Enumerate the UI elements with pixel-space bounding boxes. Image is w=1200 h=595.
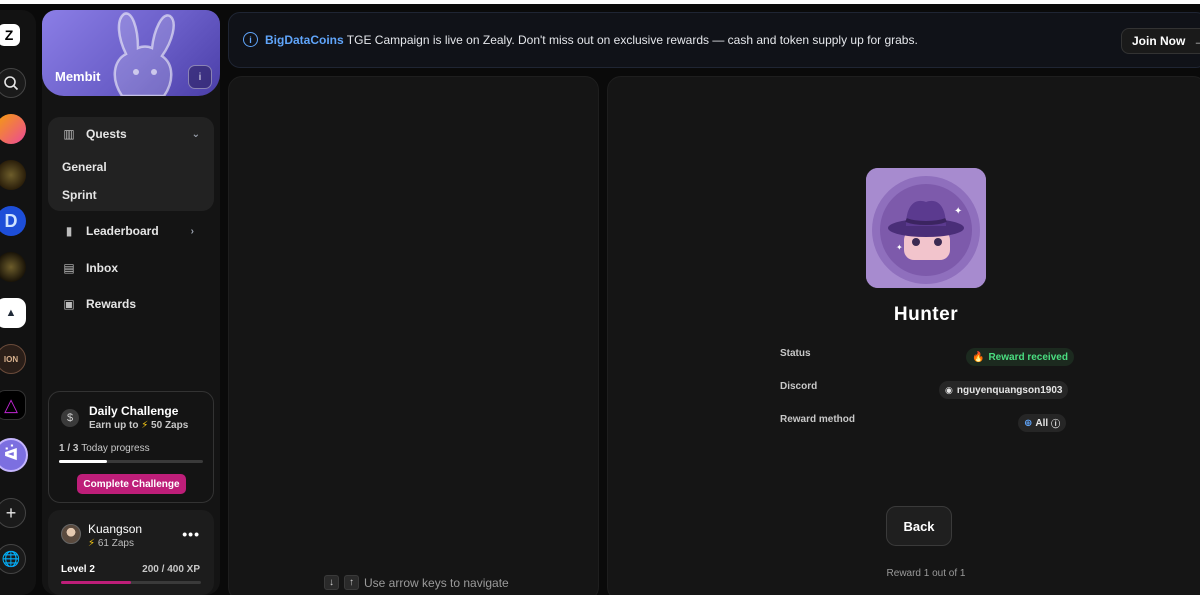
daily-progress-count: 1 / 3 bbox=[59, 443, 79, 454]
community-info-icon[interactable]: i bbox=[188, 65, 212, 89]
zealy-logo-icon[interactable]: Z bbox=[0, 24, 20, 46]
announcement-brand-link[interactable]: BigDataCoins bbox=[265, 33, 344, 47]
discord-badge: ◉ nguyenquangson1903 bbox=[939, 381, 1069, 399]
inbox-icon: ▤ bbox=[63, 260, 75, 275]
add-community-icon[interactable]: + bbox=[0, 498, 26, 528]
chevron-right-icon: › bbox=[190, 225, 194, 237]
hunter-badge-art: ✦ ✦ bbox=[866, 168, 986, 288]
community-avatar-3-icon[interactable]: D bbox=[0, 206, 26, 236]
globe-icon: ⊕ bbox=[1024, 417, 1033, 429]
status-label: Status bbox=[780, 348, 811, 359]
membit-community-icon[interactable]: ᐛ bbox=[0, 438, 28, 472]
community-avatar-5-icon[interactable]: ▲ bbox=[0, 298, 26, 328]
nav-inbox[interactable]: ▤ Inbox bbox=[62, 261, 118, 275]
announcement-text: BigDataCoins TGE Campaign is live on Zea… bbox=[265, 33, 918, 47]
daily-challenge-card: $ Daily Challenge Earn up to ⚡ 50 Zaps 1… bbox=[48, 391, 214, 503]
nav-quests[interactable]: ▥ Quests ⌄ bbox=[62, 127, 214, 141]
community-avatar-2-icon[interactable] bbox=[0, 160, 26, 190]
keyboard-hint-text: Use arrow keys to navigate bbox=[364, 575, 509, 590]
reward-method-badge[interactable]: ⊕ All ⓘ bbox=[1018, 414, 1067, 432]
nav-rewards[interactable]: ▣ Rewards bbox=[62, 297, 136, 311]
user-xp: 200 / 400 XP bbox=[142, 564, 200, 575]
gift-box-icon: ▣ bbox=[63, 296, 75, 311]
xp-progress-bar bbox=[61, 581, 201, 584]
status-badge: 🔥 Reward received bbox=[966, 348, 1074, 366]
nav-quests-sprint[interactable]: Sprint bbox=[62, 188, 97, 202]
svg-text:✦: ✦ bbox=[896, 243, 903, 252]
reward-method-label: Reward method bbox=[780, 414, 856, 425]
nav-leaderboard[interactable]: ▮ Leaderboard › bbox=[62, 224, 214, 238]
avatar bbox=[61, 524, 81, 544]
flame-icon: 🔥 bbox=[972, 351, 985, 363]
reward-counter: Reward 1 out of 1 bbox=[886, 568, 966, 579]
arrow-down-key-icon: ↓ bbox=[324, 575, 339, 590]
reward-list-panel: ↓ ↑ Use arrow keys to navigate bbox=[228, 76, 599, 595]
globe-icon[interactable]: 🌐 bbox=[0, 544, 26, 574]
user-level: Level 2 bbox=[61, 564, 95, 575]
nav-rewards-label: Rewards bbox=[86, 297, 137, 311]
complete-challenge-button[interactable]: Complete Challenge bbox=[77, 474, 186, 494]
chevron-down-icon: ⌄ bbox=[191, 128, 200, 140]
svg-text:✦: ✦ bbox=[954, 206, 962, 217]
lightning-icon: ⚡ bbox=[88, 538, 96, 549]
more-options-icon[interactable]: ••• bbox=[182, 526, 200, 542]
lightning-icon: ⚡ bbox=[141, 420, 149, 431]
daily-challenge-title: Daily Challenge bbox=[89, 404, 179, 418]
community-rail: Z D ▲ ION △ ᐛ + 🌐 bbox=[0, 10, 36, 595]
nav-leaderboard-label: Leaderboard bbox=[86, 224, 159, 238]
join-now-button[interactable]: Join Now → bbox=[1121, 28, 1200, 54]
community-avatar-6-icon[interactable]: ION bbox=[0, 344, 26, 374]
arrow-right-icon: → bbox=[1193, 34, 1200, 48]
daily-progress-fill bbox=[59, 460, 107, 463]
community-banner: Membit i bbox=[42, 10, 220, 96]
reward-title: Hunter bbox=[893, 304, 959, 325]
user-name: Kuangson bbox=[88, 522, 143, 536]
quests-section: ▥ Quests ⌄ General Sprint bbox=[48, 117, 214, 211]
community-name: Membit bbox=[55, 69, 101, 84]
nav-quests-general[interactable]: General bbox=[62, 160, 107, 174]
info-icon: i bbox=[243, 32, 258, 47]
earn-amount: 50 Zaps bbox=[151, 420, 189, 431]
community-avatar-7-icon[interactable]: △ bbox=[0, 390, 26, 420]
announcement-message: TGE Campaign is live on Zealy. Don't mis… bbox=[343, 33, 918, 47]
dollar-coin-icon: $ bbox=[61, 409, 79, 427]
discord-value: nguyenquangson1903 bbox=[956, 384, 1063, 396]
community-avatar-4-icon[interactable] bbox=[0, 252, 26, 282]
nav-inbox-label: Inbox bbox=[86, 261, 118, 275]
discord-label: Discord bbox=[780, 381, 818, 392]
reward-detail-panel: ✦ ✦ Hunter Status 🔥 Reward received Disc… bbox=[607, 76, 1200, 595]
community-avatar-1-icon[interactable] bbox=[0, 114, 26, 144]
user-zaps-value: 61 Zaps bbox=[97, 538, 134, 549]
bunny-logo-icon bbox=[113, 12, 175, 96]
discord-icon: ◉ bbox=[945, 384, 953, 395]
announcement-banner: i BigDataCoins TGE Campaign is live on Z… bbox=[228, 12, 1200, 68]
join-now-label: Join Now bbox=[1132, 34, 1186, 48]
back-button[interactable]: Back bbox=[886, 506, 952, 546]
nav-quests-label: Quests bbox=[86, 127, 127, 141]
daily-progress-text: 1 / 3 Today progress bbox=[59, 443, 150, 454]
earn-prefix: Earn up to bbox=[89, 420, 139, 431]
search-glyph bbox=[4, 76, 19, 91]
status-value: Reward received bbox=[988, 351, 1068, 363]
info-icon: ⓘ bbox=[1051, 418, 1061, 429]
search-icon[interactable] bbox=[0, 68, 26, 98]
user-zaps: ⚡ 61 Zaps bbox=[88, 538, 134, 549]
daily-progress-label: Today progress bbox=[81, 443, 150, 454]
hunter-badge-image: ✦ ✦ bbox=[866, 168, 986, 288]
top-edge bbox=[0, 0, 1200, 4]
xp-progress-fill bbox=[61, 581, 131, 584]
bar-chart-icon: ▮ bbox=[65, 223, 73, 238]
map-icon: ▥ bbox=[63, 126, 75, 141]
user-card[interactable]: Kuangson ⚡ 61 Zaps ••• Level 2 200 / 400… bbox=[48, 510, 214, 595]
community-sidebar: Membit i ▥ Quests ⌄ General Sprint ▮ Lea… bbox=[42, 10, 220, 595]
daily-progress-bar bbox=[59, 460, 203, 463]
keyboard-hint: ↓ ↑ Use arrow keys to navigate bbox=[324, 575, 509, 590]
reward-method-value: All bbox=[1035, 417, 1049, 429]
daily-challenge-earn: Earn up to ⚡ 50 Zaps bbox=[89, 420, 188, 431]
arrow-up-key-icon: ↑ bbox=[344, 575, 359, 590]
